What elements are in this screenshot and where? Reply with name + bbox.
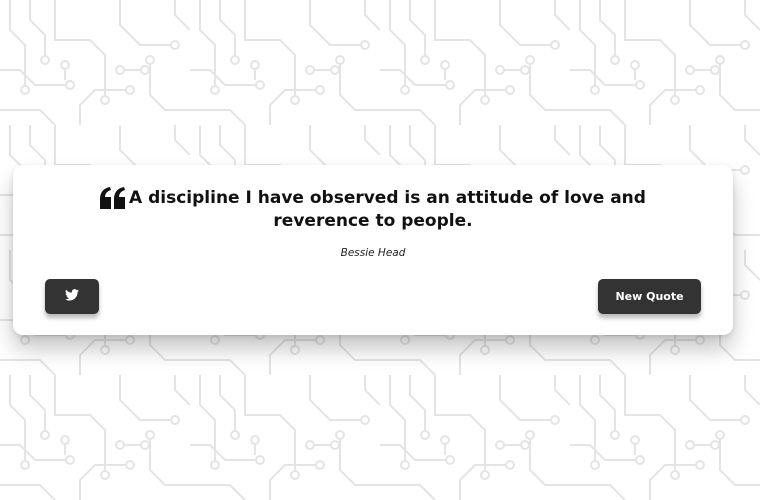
quote-author: Bessie Head xyxy=(340,247,406,259)
twitter-icon xyxy=(65,288,79,306)
tweet-button[interactable] xyxy=(45,279,99,314)
quote-card: A discipline I have observed is an attit… xyxy=(13,165,733,335)
quote-text: A discipline I have observed is an attit… xyxy=(129,188,646,231)
quote-block: A discipline I have observed is an attit… xyxy=(53,187,693,233)
quote-left-icon xyxy=(100,187,126,209)
new-quote-label: New Quote xyxy=(615,290,684,303)
new-quote-button[interactable]: New Quote xyxy=(598,279,701,314)
